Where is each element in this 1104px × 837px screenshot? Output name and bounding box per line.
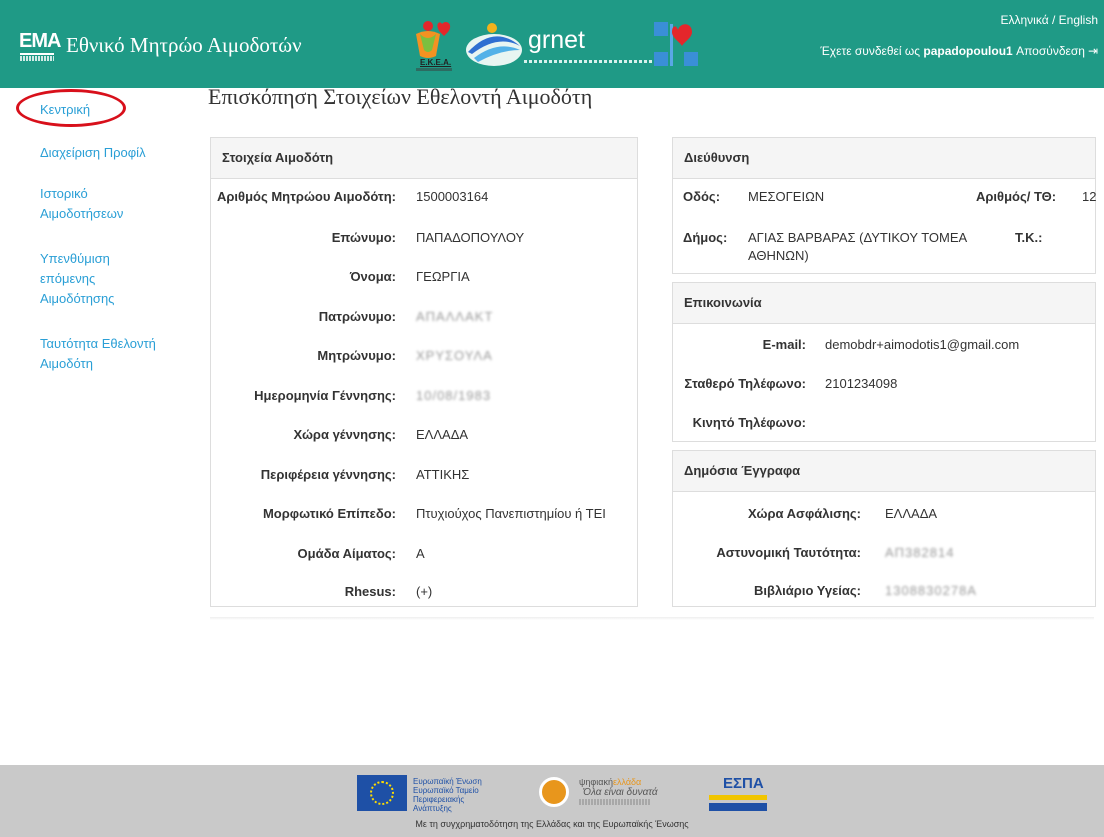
- grnet-wordmark: grnet: [528, 26, 585, 54]
- street-number-value: 12: [1082, 189, 1097, 204]
- sidebar-item-donation-history[interactable]: Ιστορικό Αιμοδοτήσεων: [40, 184, 150, 224]
- login-status: Έχετε συνδεθεί ως papadopoulou1 Αποσύνδε…: [820, 44, 1098, 58]
- health-book-value-redacted: 1308830278Α: [885, 583, 977, 598]
- phone-label: Σταθερό Τηλέφωνο:: [684, 376, 806, 391]
- field-value-redacted: ΑΠΑΛΛΑΚΤ: [416, 309, 494, 324]
- espa-wordmark: ΕΣΠΑ: [723, 775, 764, 792]
- eu-fund-text: Ευρωπαϊκή Ένωση Ευρωπαϊκό Ταμείο Περιφερ…: [413, 777, 482, 813]
- logout-link[interactable]: Αποσύνδεση ⇥: [1016, 44, 1098, 58]
- grnet-swirl-icon: [466, 23, 522, 66]
- field-label: Μορφωτικό Επίπεδο:: [262, 506, 396, 521]
- municipality-label: Δήμος:: [683, 230, 728, 245]
- digital-greece-icon: [539, 777, 569, 807]
- field-value: (+): [416, 584, 433, 599]
- grnet-subtext: [524, 60, 654, 63]
- documents-panel-title: Δημόσια Έγγραφα: [673, 451, 1095, 492]
- site-footer: Ευρωπαϊκή Ένωση Ευρωπαϊκό Ταμείο Περιφερ…: [0, 765, 1104, 837]
- field-label: Rhesus:: [344, 584, 396, 599]
- login-prefix: Έχετε συνδεθεί ως: [820, 44, 921, 58]
- field-label: Όνομα:: [349, 269, 396, 284]
- espa-logo: ΕΣΠΑ: [709, 775, 769, 811]
- address-panel-title: Διεύθυνση: [673, 138, 1095, 179]
- language-switch[interactable]: Ελληνικά / English: [1001, 13, 1099, 27]
- street-value: ΜΕΣΟΓΕΙΩΝ: [748, 189, 825, 204]
- field-label: Επώνυμο:: [331, 230, 396, 245]
- health-ministry-logo: [654, 22, 700, 68]
- cofunding-caption: Με τη συγχρηματοδότηση της Ελλάδας και τ…: [415, 819, 689, 829]
- digital-greece-slogan: Όλα είναι δυνατά: [583, 787, 658, 798]
- field-value: A: [416, 546, 425, 561]
- ekea-logo: Ε.Κ.Ε.Α.: [410, 20, 458, 74]
- sidebar-item-donor-id[interactable]: Ταυτότητα Εθελοντή Αιμοδότη: [40, 334, 180, 374]
- donor-panel-title: Στοιχεία Αιμοδότη: [211, 138, 637, 179]
- municipality-value-line2: ΑΘΗΝΩΝ): [748, 248, 809, 263]
- street-number-label: Αριθμός/ ΤΘ:: [976, 189, 1057, 204]
- field-label: Ομάδα Αίματος:: [297, 546, 396, 561]
- field-value: 1500003164: [416, 189, 489, 204]
- field-value-redacted: 10/08/1983: [416, 388, 492, 403]
- contact-panel-title: Επικοινωνία: [673, 283, 1095, 324]
- field-value: Πτυχιούχος Πανεπιστημίου ή ΤΕΙ: [416, 506, 606, 521]
- mobile-label: Κινητό Τηλέφωνο:: [692, 415, 806, 430]
- eu-flag-icon: [357, 775, 407, 811]
- ema-logo[interactable]: ΕΜΑ: [19, 30, 61, 62]
- ekea-label: Ε.Κ.Ε.Α.: [420, 58, 452, 67]
- municipality-value-line1: ΑΓΙΑΣ ΒΑΡΒΑΡΑΣ (ΔΥΤΙΚΟΥ ΤΟΜΕΑ: [748, 230, 968, 245]
- grnet-logo: grnet: [464, 20, 664, 72]
- field-value: ΓΕΩΡΓΙΑ: [416, 269, 470, 284]
- field-label: Πατρώνυμο:: [318, 309, 396, 324]
- field-label: Περιφέρεια γέννησης:: [260, 467, 396, 482]
- email-value: demobdr+aimodotis1@gmail.com: [825, 337, 1020, 352]
- police-id-value-redacted: ΑΠ382814: [885, 545, 955, 560]
- insurance-country-value: ΕΛΛΑΔΑ: [885, 506, 938, 521]
- funding-logos: Ευρωπαϊκή Ένωση Ευρωπαϊκό Ταμείο Περιφερ…: [357, 773, 777, 815]
- sidebar-item-home[interactable]: Κεντρική: [40, 100, 180, 120]
- street-label: Οδός:: [683, 189, 721, 204]
- field-label: Αριθμός Μητρώου Αιμοδότη:: [217, 189, 396, 204]
- phone-value: 2101234098: [825, 376, 898, 391]
- police-id-label: Αστυνομική Ταυτότητα:: [716, 545, 861, 560]
- site-header: ΕΜΑ Εθνικό Μητρώο Αιμοδοτών Ε.Κ.Ε.Α. grn…: [0, 0, 1104, 88]
- postal-code-label: Τ.Κ.:: [1015, 230, 1043, 245]
- ema-logo-text: ΕΜΑ: [19, 30, 61, 52]
- username: papadopoulou1: [923, 44, 1013, 58]
- email-label: E-mail:: [762, 337, 806, 352]
- logout-label[interactable]: Αποσύνδεση: [1016, 44, 1085, 58]
- page-title: Επισκόπηση Στοιχείων Εθελοντή Αιμοδότη: [208, 84, 593, 109]
- logout-icon[interactable]: ⇥: [1088, 44, 1098, 58]
- insurance-country-label: Χώρα Ασφάλισης:: [748, 506, 861, 521]
- field-label: Μητρώνυμο:: [317, 348, 396, 363]
- digital-greece-subtext: [579, 799, 651, 805]
- site-title[interactable]: Εθνικό Μητρώο Αιμοδοτών: [66, 33, 302, 58]
- ekea-heart-icon: [416, 21, 451, 58]
- ekea-subtext: [416, 68, 452, 71]
- donor-details-panel: Στοιχεία Αιμοδότη: [210, 137, 638, 607]
- field-value: ΠΑΠΑΔΟΠΟΥΛΟΥ: [416, 230, 525, 245]
- sidebar-item-profile[interactable]: Διαχείριση Προφίλ: [40, 143, 180, 163]
- content-divider: [210, 617, 1094, 620]
- field-value-redacted: ΧΡΥΣΟΥΛΑ: [416, 348, 493, 363]
- field-value: ΑΤΤΙΚΗΣ: [416, 467, 470, 482]
- address-panel: Διεύθυνση: [672, 137, 1096, 274]
- field-value: ΕΛΛΑΔΑ: [416, 427, 469, 442]
- sidebar-item-next-donation-reminder[interactable]: Υπενθύμιση επόμενης Αιμοδότησης: [40, 249, 140, 309]
- digital-greece-title: ψηφιακήελλάδα: [579, 777, 642, 787]
- caduceus-heart-icon: [654, 22, 698, 66]
- field-label: Χώρα γέννησης:: [293, 427, 396, 442]
- digital-greece-logo: ψηφιακήελλάδα Όλα είναι δυνατά: [539, 773, 659, 815]
- ema-logo-subtext: [20, 56, 54, 61]
- ema-logo-underline: [20, 53, 54, 55]
- health-book-label: Βιβλιάριο Υγείας:: [754, 583, 861, 598]
- field-label: Ημερομηνία Γέννησης:: [254, 388, 396, 403]
